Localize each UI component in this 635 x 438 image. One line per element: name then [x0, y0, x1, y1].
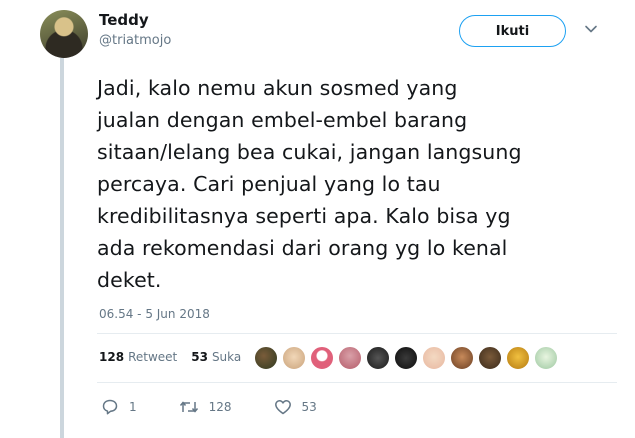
retweet-stat[interactable]: 128 Retweet: [99, 350, 177, 364]
like-count: 53: [191, 350, 208, 364]
liker-avatar[interactable]: [338, 346, 362, 370]
retweet-icon: [179, 401, 198, 413]
avatar[interactable]: [40, 10, 88, 58]
liker-avatar[interactable]: [366, 346, 390, 370]
tweet-actions: 1 128 53: [101, 398, 359, 416]
tweet-timestamp[interactable]: 06.54 - 5 Jun 2018: [99, 307, 210, 321]
thread-line: [60, 58, 64, 438]
tweet-text-line: kredibilitasnya seperti apa. Kalo bisa y…: [97, 204, 511, 228]
liker-avatars: [254, 346, 562, 370]
divider: [97, 382, 617, 383]
engagement-stats: 128 Retweet 53 Suka: [99, 350, 241, 364]
liker-avatar[interactable]: [422, 346, 446, 370]
tweet-text-line: jualan dengan embel-embel barang: [97, 108, 468, 132]
retweet-action-count: 128: [208, 400, 232, 414]
liker-avatar[interactable]: [450, 346, 474, 370]
chevron-down-icon[interactable]: [584, 22, 598, 36]
like-label: Suka: [211, 350, 242, 364]
retweet-label: Retweet: [128, 350, 178, 364]
tweet-text-line: percaya. Cari penjual yang lo tau: [97, 172, 441, 196]
tweet-text-line: Jadi, kalo nemu akun sosmed yang: [97, 76, 458, 100]
liker-avatar[interactable]: [254, 346, 278, 370]
like-stat[interactable]: 53 Suka: [191, 350, 241, 364]
reply-count: 1: [129, 400, 137, 414]
heart-icon: [274, 400, 291, 415]
user-handle[interactable]: @triatmojo: [99, 33, 171, 48]
liker-avatar[interactable]: [534, 346, 558, 370]
follow-button[interactable]: Ikuti: [459, 15, 566, 47]
tweet-text-line: sitaan/lelang bea cukai, jangan langsung: [97, 140, 522, 164]
tweet-text-line: deket.: [97, 268, 162, 292]
tweet-text-line: ada rekomendasi dari orang yg lo kenal: [97, 236, 508, 260]
divider: [97, 333, 617, 334]
liker-avatar[interactable]: [506, 346, 530, 370]
retweet-button[interactable]: 128: [179, 398, 232, 416]
like-button[interactable]: 53: [274, 398, 317, 416]
user-name[interactable]: Teddy: [99, 11, 149, 29]
reply-icon: [102, 399, 118, 415]
reply-button[interactable]: 1: [101, 398, 137, 416]
liker-avatar[interactable]: [310, 346, 334, 370]
retweet-count: 128: [99, 350, 125, 364]
liker-avatar[interactable]: [478, 346, 502, 370]
liker-avatar[interactable]: [282, 346, 306, 370]
liker-avatar[interactable]: [394, 346, 418, 370]
tweet-text: Jadi, kalo nemu akun sosmed yang jualan …: [97, 72, 617, 296]
like-action-count: 53: [301, 400, 317, 414]
